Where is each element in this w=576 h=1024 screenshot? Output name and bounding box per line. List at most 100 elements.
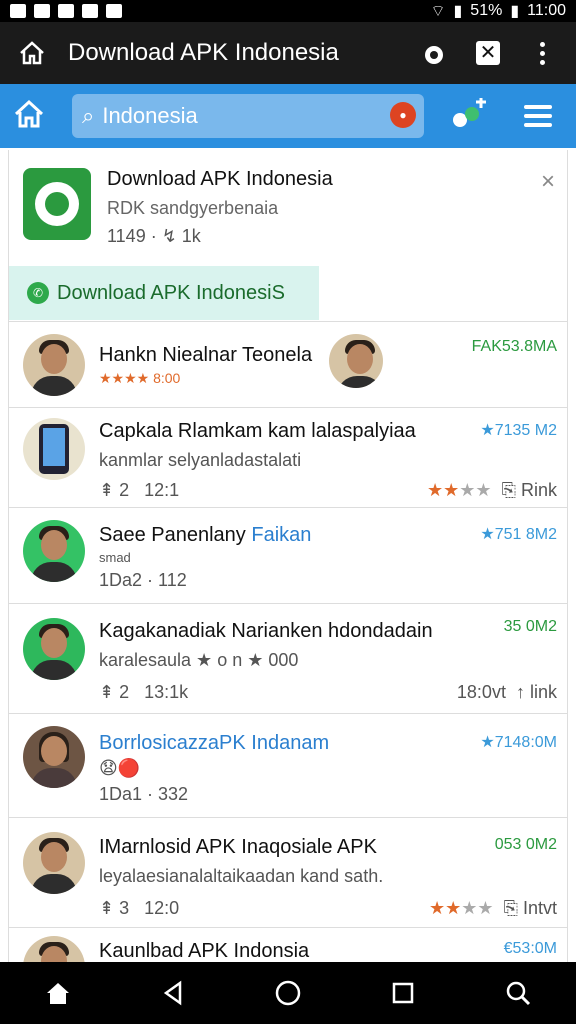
close-icon — [106, 4, 122, 18]
whatsapp-icon: ✆ — [27, 282, 49, 304]
notification-icon — [10, 4, 26, 18]
system-navigation-bar — [0, 962, 576, 1024]
extension-button[interactable] — [414, 33, 454, 73]
list-item[interactable]: Kagakanadiak Narianken hdondadain karale… — [9, 604, 567, 714]
site-header: ⌕ ● — [0, 84, 576, 148]
overflow-menu-icon — [539, 41, 545, 65]
rank-label[interactable]: Rink — [521, 480, 557, 500]
share-button[interactable] — [448, 94, 492, 138]
item-title: BorrlosicazzaPK Indanam — [99, 732, 330, 754]
item-rating-row: ★★★★ ⎘ Rink — [427, 480, 557, 501]
close-icon[interactable]: × — [541, 168, 555, 196]
app-icon — [58, 4, 74, 18]
battery-icon: ▮ — [510, 3, 520, 20]
item-subtitle: leyalaesianalaltaikaadan kand sath. — [99, 866, 384, 886]
likes-count: 2 — [119, 480, 130, 500]
nav-home-button[interactable] — [33, 968, 83, 1018]
list-item[interactable]: Saee Panenlany Faikan smad 1Da2 · 112 ★7… — [9, 508, 567, 604]
likes-count: 3 — [119, 898, 130, 918]
browser-toolbar: Download APK Indonesia ✕ — [0, 22, 576, 84]
item-size: 35 0M2 — [503, 618, 557, 635]
circle-icon — [275, 980, 301, 1006]
status-right: ⌔ ▮ 51% ▮ 11:00 — [430, 1, 566, 21]
back-icon — [163, 980, 182, 1006]
share-icon — [453, 98, 486, 127]
avatar — [23, 520, 85, 582]
item-title: IMarnlosid APK Inaqosiale APK — [99, 836, 377, 858]
item-title: Hankn Niealnar Teonela — [99, 344, 313, 366]
app-meta: 1149 · ↯ 1k — [107, 226, 201, 246]
rank-label[interactable]: Intvt — [523, 898, 557, 918]
avatar — [23, 726, 85, 788]
list-item[interactable]: Kaunlbad APK Indonsia €53:0M — [9, 928, 567, 962]
app-subtitle: RDK sandgyerbenaia — [107, 198, 279, 218]
recents-icon — [392, 982, 414, 1004]
menu-button[interactable] — [522, 33, 562, 73]
status-bar: ⌔ ▮ 51% ▮ 11:00 — [0, 0, 576, 22]
avatar — [23, 832, 85, 894]
item-link[interactable]: link — [530, 682, 557, 702]
item-size: 053 0M2 — [494, 836, 557, 853]
list-item[interactable]: IMarnlosid APK Inaqosiale APK leyalaesia… — [9, 818, 567, 928]
tabs-button[interactable]: ✕ — [468, 33, 508, 73]
item-subtitle: kanmlar selyanladastalati — [99, 450, 302, 470]
page-title: Download APK Indonesia — [68, 39, 339, 66]
site-home-button[interactable] — [12, 97, 46, 136]
rank-icon: ⎘ — [503, 898, 518, 918]
item-emoji: 😧🔴 — [99, 758, 141, 778]
home-icon — [20, 41, 44, 65]
list-item[interactable]: Capkala Rlamkam kam lalaspalyiaa kanmlar… — [9, 408, 567, 508]
nav-circle-button[interactable] — [263, 968, 313, 1018]
home-icon — [14, 99, 44, 127]
share-icon: ↑ — [515, 682, 525, 702]
avatar — [23, 936, 85, 962]
item-size: ★7148:0M — [480, 734, 557, 751]
settings-icon — [82, 4, 98, 18]
item-size: ★751 8M2 — [480, 526, 557, 543]
list-item[interactable]: BorrlosicazzaPK Indanam 😧🔴 1Da1 · 332 ★7… — [9, 714, 567, 818]
list-item[interactable]: Hankn Niealnar Teonela ★★★★ 8:00 FAK53.8… — [9, 322, 567, 408]
phone-thumbnail — [23, 418, 85, 480]
download-button[interactable]: ✆ Download APK IndonesiS — [9, 266, 319, 320]
menu-button[interactable] — [516, 94, 560, 138]
likes-icon: ⇞ — [99, 898, 115, 918]
item-title: Saee Panenlany Faikan — [99, 524, 312, 546]
search-input[interactable] — [102, 103, 353, 129]
image-icon — [34, 4, 50, 18]
rating-stars: ★★★★ — [428, 898, 494, 918]
item-title: Kaunlbad APK Indonsia — [99, 940, 310, 962]
item-size: €53:0M — [503, 940, 557, 957]
item-subtitle: smad — [99, 550, 131, 565]
item-time: 12:0 — [144, 898, 180, 918]
search-icon: ⌕ — [82, 103, 95, 128]
nav-search-button[interactable] — [493, 968, 543, 1018]
download-label: Download APK IndonesiS — [57, 281, 285, 304]
item-time: 18:0vt — [456, 682, 506, 702]
avatar — [23, 334, 85, 396]
home-icon — [46, 983, 69, 1004]
signal-icon: ▮ — [453, 3, 463, 20]
item-rating: ★★★★ 8:00 — [99, 370, 181, 386]
item-subtitle: karalesaula ★ o n ★ 000 — [99, 650, 299, 670]
tabs-icon: ✕ — [476, 41, 500, 65]
item-size: ★7135 M2 — [480, 422, 557, 439]
likes-icon: ⇞ — [99, 480, 115, 500]
app-card[interactable]: Download APK Indonesia RDK sandgyerbenai… — [9, 150, 567, 322]
avatar — [23, 618, 85, 680]
voice-search-icon[interactable]: ● — [390, 102, 416, 128]
item-meta: 1Da2 · 112 — [99, 570, 187, 590]
hamburger-icon — [524, 105, 552, 127]
item-link-row: 18:0vt ↑ link — [457, 682, 557, 703]
item-meta: ⇞ 2 12:1 — [99, 480, 179, 501]
likes-count: 2 — [119, 682, 130, 702]
results-list: Download APK Indonesia RDK sandgyerbenai… — [8, 150, 568, 962]
app-title: Download APK Indonesia — [107, 168, 333, 190]
likes-icon: ⇞ — [99, 682, 115, 702]
search-bar[interactable]: ⌕ ● — [72, 94, 424, 138]
nav-back-button[interactable] — [148, 968, 198, 1018]
item-rating-row: ★★★★ ⎘ Intvt — [429, 898, 557, 919]
home-button[interactable] — [14, 35, 50, 71]
nav-recents-button[interactable] — [378, 968, 428, 1018]
lock-icon — [425, 46, 443, 64]
item-title: Kagakanadiak Narianken hdondadain — [99, 620, 433, 642]
